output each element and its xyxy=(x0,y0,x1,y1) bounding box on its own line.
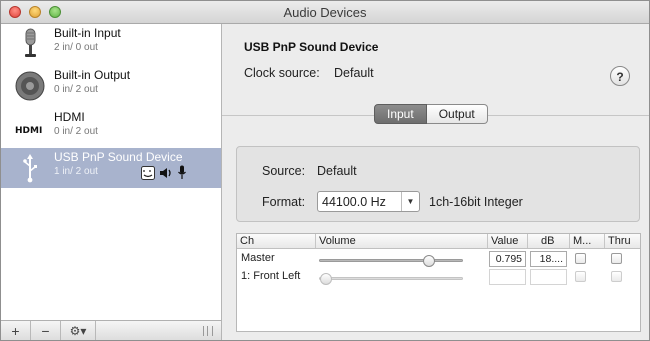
device-io: 0 in/ 2 out xyxy=(54,126,98,137)
channel-table-header: Ch Volume Value dB M... Thru xyxy=(237,234,640,249)
output-speaker-icon xyxy=(160,167,171,178)
device-name: Built-in Output xyxy=(54,68,131,82)
device-name: HDMI xyxy=(54,110,85,124)
chevron-down-icon: ▼ xyxy=(401,192,419,211)
source-label: Source: xyxy=(262,164,306,178)
channel-table: Ch Volume Value dB M... Thru Master 0.79… xyxy=(236,233,641,332)
table-row: 1: Front Left xyxy=(237,268,640,286)
device-item-usb-pnp[interactable]: USB PnP Sound Device 1 in/ 2 out xyxy=(1,148,221,188)
device-item-built-in-output[interactable]: Built-in Output 0 in/ 2 out xyxy=(1,66,221,106)
volume-slider[interactable] xyxy=(319,255,463,267)
source-value: Default xyxy=(317,164,357,178)
audio-devices-window: Audio Devices Built-in Input 2 in/ 0 out… xyxy=(0,0,650,341)
speaker-icon xyxy=(15,71,45,101)
device-name: Built-in Input xyxy=(54,26,121,40)
device-status-icons xyxy=(141,165,187,180)
device-item-built-in-input[interactable]: Built-in Input 2 in/ 0 out xyxy=(1,24,221,64)
db-field[interactable]: 18.... xyxy=(530,251,567,267)
device-io: 1 in/ 2 out xyxy=(54,166,98,177)
finder-icon xyxy=(141,165,155,180)
volume-slider[interactable] xyxy=(319,273,463,285)
tab-output[interactable]: Output xyxy=(426,104,488,124)
device-item-hdmi[interactable]: HDMI HDMI 0 in/ 2 out xyxy=(1,108,221,148)
thru-checkbox[interactable] xyxy=(611,271,622,282)
value-field[interactable]: 0.795 xyxy=(489,251,526,267)
value-field[interactable] xyxy=(489,269,526,285)
device-io: 0 in/ 2 out xyxy=(54,84,98,95)
column-header-mute[interactable]: M... xyxy=(569,234,604,248)
device-title: USB PnP Sound Device xyxy=(244,40,379,54)
table-row: Master 0.795 18.... xyxy=(237,250,640,268)
device-list: Built-in Input 2 in/ 0 out Built-in Outp… xyxy=(1,24,222,320)
mute-checkbox[interactable] xyxy=(575,271,586,282)
sidebar-toolbar: + − ⚙▾ xyxy=(1,320,222,340)
channel-name: 1: Front Left xyxy=(241,270,301,282)
tab-input[interactable]: Input xyxy=(374,104,427,124)
clock-source-label: Clock source: xyxy=(244,66,320,80)
volume-slider-knob[interactable] xyxy=(423,255,435,267)
clock-source-value: Default xyxy=(334,66,374,80)
device-header: USB PnP Sound Device Clock source: Defau… xyxy=(222,24,649,114)
column-header-db[interactable]: dB xyxy=(527,234,569,248)
window-title: Audio Devices xyxy=(283,5,367,20)
add-device-button[interactable]: + xyxy=(1,321,31,340)
device-detail-pane: USB PnP Sound Device Clock source: Defau… xyxy=(222,24,649,340)
channel-name: Master xyxy=(241,252,275,264)
volume-slider-knob[interactable] xyxy=(320,273,332,285)
db-field[interactable] xyxy=(530,269,567,285)
svg-text:HDMI: HDMI xyxy=(15,126,42,136)
thru-checkbox[interactable] xyxy=(611,253,622,264)
column-header-thru[interactable]: Thru xyxy=(604,234,640,248)
input-microphone-icon xyxy=(178,165,186,179)
hdmi-icon: HDMI xyxy=(15,126,42,136)
io-tab-group: Input Output xyxy=(374,104,488,124)
title-bar: Audio Devices xyxy=(1,1,649,24)
remove-device-button[interactable]: − xyxy=(31,321,61,340)
column-header-ch[interactable]: Ch xyxy=(237,234,315,248)
mute-checkbox[interactable] xyxy=(575,253,586,264)
format-type: 1ch-16bit Integer xyxy=(429,195,523,209)
format-select[interactable]: 44100.0 Hz ▼ xyxy=(317,191,420,212)
device-name: USB PnP Sound Device xyxy=(54,150,183,164)
usb-icon xyxy=(23,154,37,183)
device-io: 2 in/ 0 out xyxy=(54,42,98,53)
column-header-value[interactable]: Value xyxy=(487,234,527,248)
help-button[interactable]: ? xyxy=(610,66,630,86)
format-panel: Source: Default Format: 44100.0 Hz ▼ 1ch… xyxy=(236,146,640,222)
format-select-value: 44100.0 Hz xyxy=(322,195,386,209)
column-header-volume[interactable]: Volume xyxy=(315,234,487,248)
gear-menu-button[interactable]: ⚙▾ xyxy=(61,321,96,340)
microphone-icon xyxy=(25,28,36,57)
resize-handle[interactable] xyxy=(203,326,213,336)
format-label: Format: xyxy=(262,195,306,209)
